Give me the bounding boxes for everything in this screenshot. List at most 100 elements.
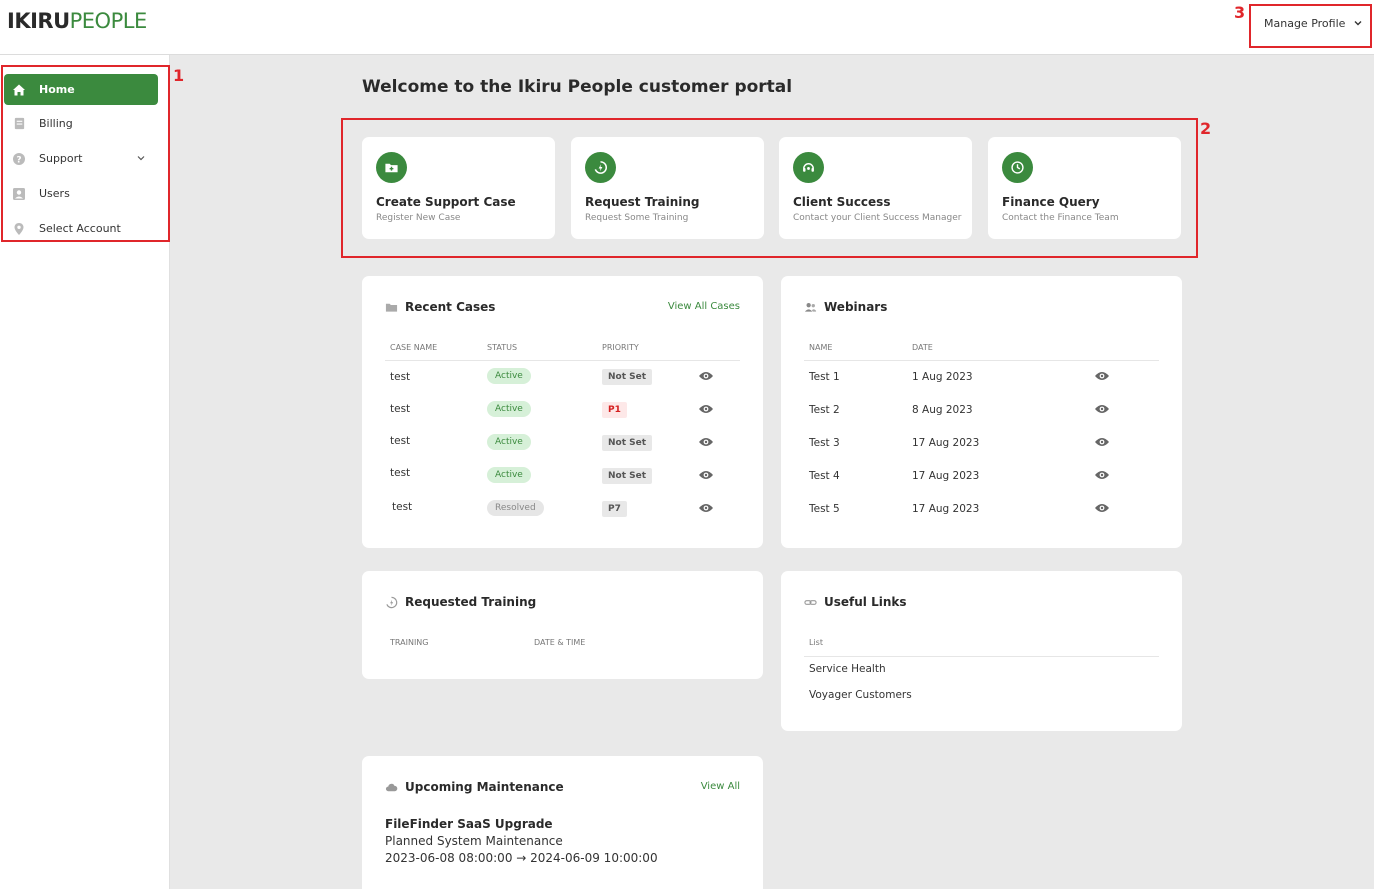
users-icon [12, 187, 26, 201]
manage-profile-button[interactable]: Manage Profile [1254, 8, 1366, 38]
priority-badge: Not Set [602, 468, 653, 484]
column-header-date: DATE [912, 343, 933, 352]
training-icon [386, 596, 398, 608]
webinar-date: 17 Aug 2023 [912, 503, 980, 515]
quick-action-subtitle: Contact the Finance Team [1002, 213, 1119, 223]
webinars-title: Webinars [804, 300, 887, 314]
status-badge: Active [487, 467, 531, 483]
requested-training-title-text: Requested Training [405, 595, 537, 609]
quick-action-request-training[interactable]: Request Training Request Some Training [571, 137, 764, 239]
upcoming-maintenance-title: Upcoming Maintenance [385, 780, 564, 794]
headset-icon [793, 152, 824, 183]
list-header: List [809, 638, 823, 647]
eye-icon[interactable] [1094, 436, 1110, 448]
svg-text:?: ? [16, 155, 21, 165]
annotation-number-3: 3 [1234, 3, 1246, 22]
eye-icon[interactable] [698, 502, 714, 514]
eye-icon[interactable] [1094, 502, 1110, 514]
sidebar-item-home[interactable]: Home [4, 74, 158, 105]
annotation-number-2: 2 [1200, 119, 1212, 138]
quick-action-title: Request Training [585, 195, 700, 209]
logo-part-2: PEOPLE [69, 9, 148, 33]
list-divider [804, 656, 1159, 657]
view-all-cases-link[interactable]: View All Cases [668, 301, 740, 312]
quick-action-client-success[interactable]: Client Success Contact your Client Succe… [779, 137, 972, 239]
column-header-priority: PRIORITY [602, 343, 639, 352]
status-badge: Active [487, 368, 531, 384]
eye-icon[interactable] [1094, 370, 1110, 382]
table-divider [385, 360, 740, 361]
webinars-panel: Webinars NAME DATE Test 1 1 Aug 2023 Tes… [781, 276, 1182, 548]
link-icon [804, 599, 817, 605]
eye-icon[interactable] [698, 370, 714, 382]
webinar-name: Test 4 [809, 470, 840, 482]
webinar-name: Test 5 [809, 503, 840, 515]
recent-cases-title-text: Recent Cases [405, 300, 496, 314]
case-name: test [390, 435, 411, 447]
sidebar-item-label: Home [39, 83, 75, 96]
sidebar-item-label: Support [39, 152, 83, 165]
sidebar-item-label: Select Account [39, 222, 121, 235]
column-header-case-name: CASE NAME [390, 343, 438, 352]
location-pin-icon [12, 222, 26, 236]
sidebar-item-label: Billing [39, 117, 73, 130]
quick-action-subtitle: Register New Case [376, 213, 461, 223]
quick-action-create-support-case[interactable]: Create Support Case Register New Case [362, 137, 555, 239]
link-voyager-customers[interactable]: Voyager Customers [809, 689, 912, 701]
chevron-down-icon [1354, 21, 1362, 26]
eye-icon[interactable] [698, 469, 714, 481]
logo[interactable]: IKIRUPEOPLE [7, 9, 147, 33]
view-all-maintenance-link[interactable]: View All [701, 781, 740, 792]
billing-icon [12, 117, 26, 131]
column-header-training: TRAINING [390, 638, 429, 647]
add-folder-icon [376, 152, 407, 183]
priority-badge: P7 [602, 501, 627, 517]
eye-icon[interactable] [698, 436, 714, 448]
quick-action-title: Client Success [793, 195, 891, 209]
case-name: test [390, 467, 411, 479]
webinars-title-text: Webinars [824, 300, 888, 314]
case-name: test [390, 403, 411, 415]
sidebar-item-select-account[interactable]: Select Account [4, 213, 158, 244]
quick-action-finance-query[interactable]: Finance Query Contact the Finance Team [988, 137, 1181, 239]
upcoming-maintenance-panel: Upcoming Maintenance View All FileFinder… [362, 756, 763, 889]
sidebar: Home Billing ? Support Users Select Acco… [0, 55, 170, 889]
clock-icon [1002, 152, 1033, 183]
quick-action-title: Finance Query [1002, 195, 1100, 209]
status-badge: Active [487, 401, 531, 417]
chevron-down-icon[interactable] [136, 153, 146, 163]
case-name: test [390, 371, 411, 383]
sidebar-item-users[interactable]: Users [4, 178, 158, 209]
recent-cases-panel: Recent Cases View All Cases CASE NAME ST… [362, 276, 763, 548]
webinar-name: Test 2 [809, 404, 840, 416]
requested-training-title: Requested Training [385, 595, 536, 609]
recent-cases-title: Recent Cases [385, 300, 495, 314]
column-header-name: NAME [809, 343, 833, 352]
webinar-date: 17 Aug 2023 [912, 470, 980, 482]
sidebar-item-support[interactable]: ? Support [4, 143, 158, 174]
sidebar-item-label: Users [39, 187, 70, 200]
useful-links-panel: Useful Links List Service Health Voyager… [781, 571, 1182, 731]
training-icon [585, 152, 616, 183]
priority-badge: P1 [602, 402, 627, 418]
eye-icon[interactable] [1094, 469, 1110, 481]
table-divider [804, 360, 1159, 361]
folder-icon [385, 303, 398, 312]
column-header-date-time: DATE & TIME [534, 638, 586, 647]
eye-icon[interactable] [698, 403, 714, 415]
status-badge: Resolved [487, 500, 544, 516]
manage-profile-label: Manage Profile [1264, 16, 1346, 30]
eye-icon[interactable] [1094, 403, 1110, 415]
page-title: Welcome to the Ikiru People customer por… [362, 77, 793, 97]
useful-links-title: Useful Links [804, 595, 907, 609]
useful-links-title-text: Useful Links [824, 595, 907, 609]
priority-badge: Not Set [602, 435, 653, 451]
sidebar-item-billing[interactable]: Billing [4, 108, 158, 139]
maintenance-item-range: 2023-06-08 08:00:00 → 2024-06-09 10:00:0… [385, 851, 658, 865]
maintenance-item-subtitle: Planned System Maintenance [385, 834, 563, 848]
status-badge: Active [487, 434, 531, 450]
annotation-number-1: 1 [173, 66, 185, 85]
top-bar: IKIRUPEOPLE Manage Profile [0, 0, 1374, 55]
link-service-health[interactable]: Service Health [809, 663, 886, 675]
webinar-name: Test 1 [809, 371, 840, 383]
